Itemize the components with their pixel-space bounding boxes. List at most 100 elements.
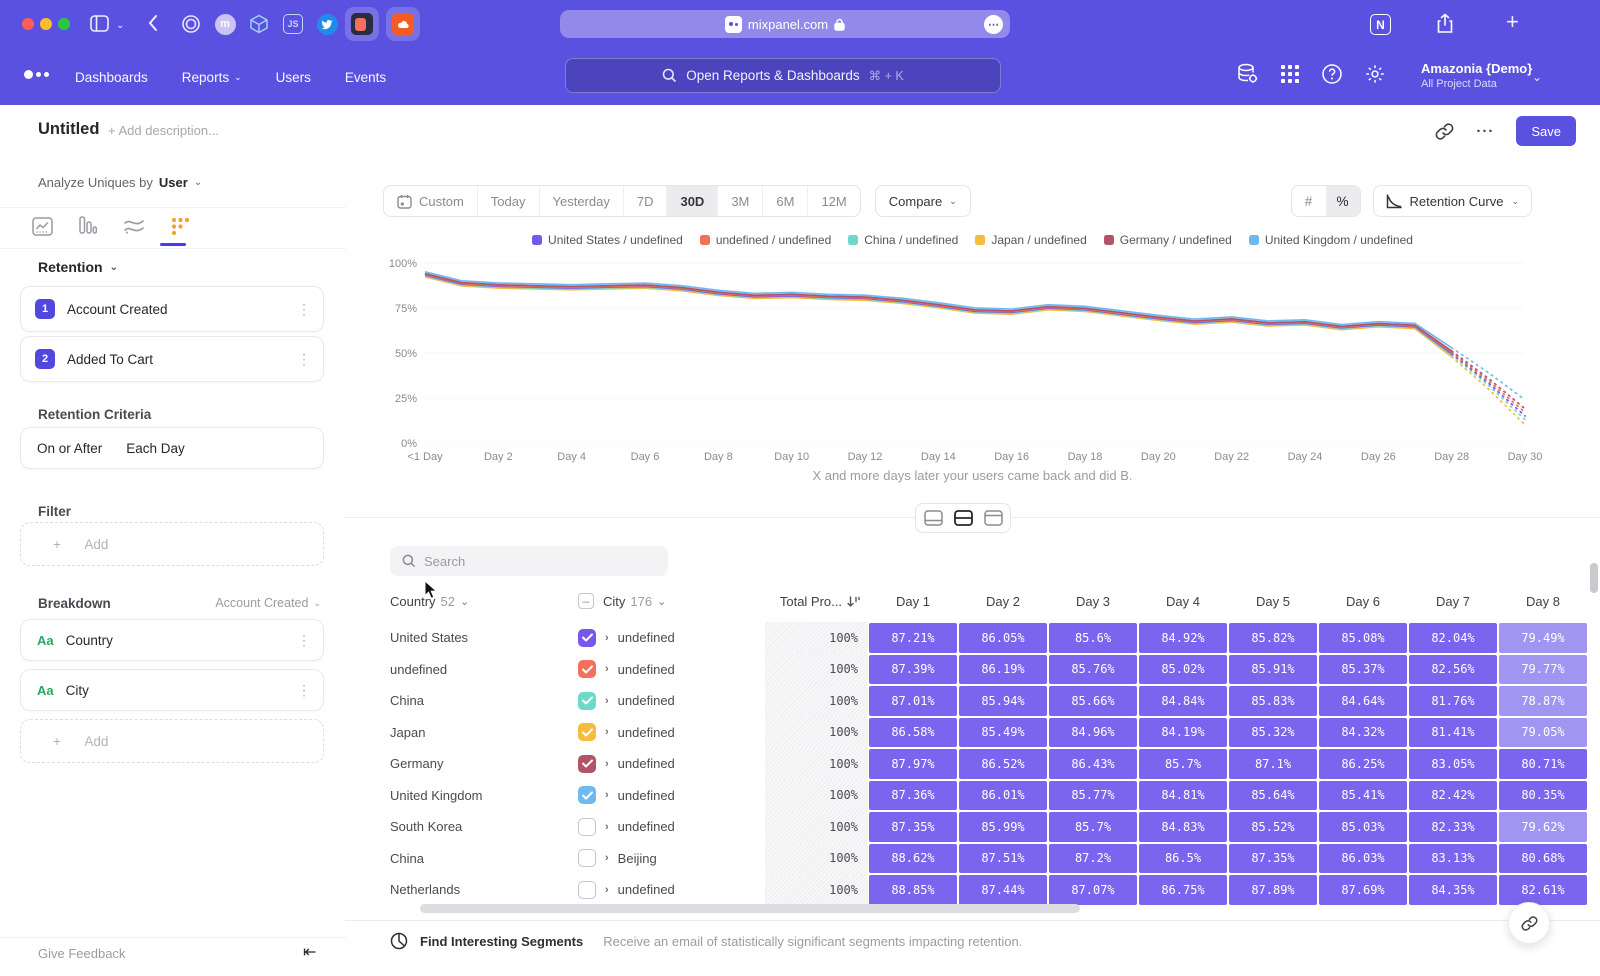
retention-day-cell[interactable]: 87.39% xyxy=(869,655,957,685)
row-checkbox-unchecked[interactable] xyxy=(578,849,596,867)
retention-day-cell[interactable]: 85.94% xyxy=(959,686,1047,716)
row-checkbox-checked[interactable] xyxy=(578,629,596,647)
retention-day-cell[interactable]: 85.32% xyxy=(1229,718,1317,748)
retention-day-cell[interactable]: 80.71% xyxy=(1499,749,1587,779)
retention-day-cell[interactable]: 81.41% xyxy=(1409,718,1497,748)
retention-day-cell[interactable]: 86.43% xyxy=(1049,749,1137,779)
retention-day-cell[interactable]: 79.77% xyxy=(1499,655,1587,685)
retention-day-cell[interactable]: 79.05% xyxy=(1499,718,1587,748)
retention-day-cell[interactable]: 85.76% xyxy=(1049,655,1137,685)
range-today[interactable]: Today xyxy=(477,186,539,216)
criteria-on-or-after[interactable]: On or After xyxy=(37,441,102,456)
report-title[interactable]: Untitled xyxy=(38,120,99,139)
retention-day-cell[interactable]: 82.33% xyxy=(1409,812,1497,842)
retention-day-cell[interactable]: 85.08% xyxy=(1319,623,1407,653)
row-checkbox-checked[interactable] xyxy=(578,723,596,741)
mixpanel-logo[interactable] xyxy=(24,70,49,79)
cube-icon[interactable] xyxy=(246,11,272,37)
day-column-header[interactable]: Day 6 xyxy=(1318,594,1408,609)
collapse-sidebar-icon[interactable]: ⇤ xyxy=(303,942,316,962)
js-icon[interactable]: JS xyxy=(280,11,306,37)
retention-day-cell[interactable]: 84.81% xyxy=(1139,781,1227,811)
retention-step-1[interactable]: 1Account Created⋮ xyxy=(20,286,324,332)
day-column-header[interactable]: Day 5 xyxy=(1228,594,1318,609)
retention-day-cell[interactable]: 86.01% xyxy=(959,781,1047,811)
chevron-right-icon[interactable]: › xyxy=(605,852,609,864)
retention-day-cell[interactable]: 87.35% xyxy=(1229,844,1317,874)
count-toggle[interactable]: # xyxy=(1292,186,1326,216)
tab-insights[interactable] xyxy=(30,214,54,238)
retention-day-cell[interactable]: 87.07% xyxy=(1049,875,1137,905)
retention-day-cell[interactable]: 82.04% xyxy=(1409,623,1497,653)
day-column-header[interactable]: Day 2 xyxy=(958,594,1048,609)
retention-day-cell[interactable]: 83.05% xyxy=(1409,749,1497,779)
more-options-icon[interactable]: ··· xyxy=(1476,123,1494,140)
horizontal-scrollbar[interactable] xyxy=(420,904,1080,913)
legend-item[interactable]: United States / undefined xyxy=(532,233,683,247)
traffic-light-minimize[interactable] xyxy=(40,18,52,30)
retention-day-cell[interactable]: 84.32% xyxy=(1319,718,1407,748)
chevron-right-icon[interactable]: › xyxy=(605,789,609,801)
retention-day-cell[interactable]: 85.7% xyxy=(1049,812,1137,842)
view-split[interactable] xyxy=(948,506,978,530)
day-column-header[interactable]: Day 4 xyxy=(1138,594,1228,609)
chevron-right-icon[interactable]: › xyxy=(605,695,609,707)
notion-icon[interactable]: N xyxy=(1370,14,1391,35)
retention-day-cell[interactable]: 86.25% xyxy=(1319,749,1407,779)
chevron-right-icon[interactable]: › xyxy=(605,821,609,833)
share-link-fab[interactable] xyxy=(1508,902,1550,944)
table-search-input[interactable]: Search xyxy=(390,546,668,576)
more-options-icon[interactable]: ⋮ xyxy=(297,633,311,647)
percent-toggle[interactable]: % xyxy=(1326,186,1360,216)
compare-button[interactable]: Compare ⌄ xyxy=(875,185,971,217)
retention-line-chart[interactable]: 100%75%50%25%0%<1 DayDay 2Day 4Day 6Day … xyxy=(385,253,1545,465)
retention-day-cell[interactable]: 80.35% xyxy=(1499,781,1587,811)
tab-retention[interactable] xyxy=(168,214,192,238)
nav-item-users[interactable]: Users xyxy=(276,70,311,85)
give-feedback-link[interactable]: Give Feedback xyxy=(38,946,125,961)
chevron-right-icon[interactable]: › xyxy=(605,632,609,644)
retention-day-cell[interactable]: 85.37% xyxy=(1319,655,1407,685)
breakdown-item-city[interactable]: AaCity⋮ xyxy=(20,669,324,711)
sidebar-toggle-icon[interactable] xyxy=(90,15,109,32)
retention-day-cell[interactable]: 87.51% xyxy=(959,844,1047,874)
copy-link-icon[interactable] xyxy=(1435,122,1454,141)
retention-day-cell[interactable]: 84.35% xyxy=(1409,875,1497,905)
range-custom[interactable]: Custom xyxy=(384,186,477,216)
city-column-header[interactable]: – City 176 ⌄ xyxy=(578,593,765,609)
retention-day-cell[interactable]: 82.56% xyxy=(1409,655,1497,685)
retention-day-cell[interactable]: 86.19% xyxy=(959,655,1047,685)
new-tab-icon[interactable]: + xyxy=(1506,9,1519,35)
day-column-header[interactable]: Day 8 xyxy=(1498,594,1588,609)
country-column-header[interactable]: Country 52 ⌄ xyxy=(390,594,578,609)
select-all-checkbox[interactable]: – xyxy=(578,593,594,609)
retention-day-cell[interactable]: 87.01% xyxy=(869,686,957,716)
retention-day-cell[interactable]: 88.85% xyxy=(869,875,957,905)
retention-day-cell[interactable]: 78.87% xyxy=(1499,686,1587,716)
day-column-header[interactable]: Day 3 xyxy=(1048,594,1138,609)
range-30d[interactable]: 30D xyxy=(666,186,717,216)
retention-day-cell[interactable]: 86.52% xyxy=(959,749,1047,779)
bird-icon[interactable] xyxy=(314,11,340,37)
retention-day-cell[interactable]: 79.62% xyxy=(1499,812,1587,842)
back-icon[interactable] xyxy=(148,14,158,32)
legend-item[interactable]: United Kingdom / undefined xyxy=(1249,233,1413,247)
open-reports-search[interactable]: Open Reports & Dashboards ⌘ + K xyxy=(565,58,1001,93)
retention-day-cell[interactable]: 79.49% xyxy=(1499,623,1587,653)
view-chart-only[interactable] xyxy=(918,506,948,530)
chevron-right-icon[interactable]: › xyxy=(605,758,609,770)
target-icon[interactable] xyxy=(178,11,204,37)
retention-section-heading[interactable]: Retention xyxy=(38,259,103,275)
row-checkbox-unchecked[interactable] xyxy=(578,881,596,899)
retention-day-cell[interactable]: 85.82% xyxy=(1229,623,1317,653)
range-7d[interactable]: 7D xyxy=(623,186,667,216)
legend-item[interactable]: China / undefined xyxy=(848,233,958,247)
help-icon[interactable] xyxy=(1321,63,1343,85)
criteria-each-day[interactable]: Each Day xyxy=(126,441,185,456)
settings-gear-icon[interactable] xyxy=(1364,63,1386,85)
total-column-header[interactable]: Total Pro... xyxy=(765,594,868,609)
row-checkbox-unchecked[interactable] xyxy=(578,818,596,836)
filter-add-button[interactable]: + Add xyxy=(20,522,324,566)
more-options-icon[interactable]: ⋮ xyxy=(297,352,311,366)
retention-day-cell[interactable]: 84.92% xyxy=(1139,623,1227,653)
